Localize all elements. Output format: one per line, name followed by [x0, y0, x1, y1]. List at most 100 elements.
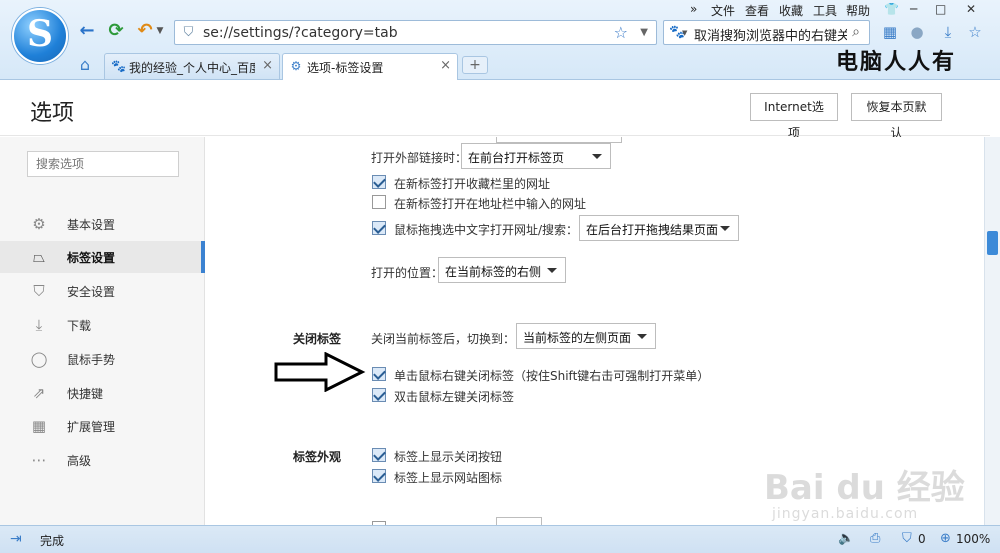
- right-click-close-checkbox[interactable]: [372, 367, 386, 381]
- mouse-icon: ◯: [30, 350, 48, 368]
- tab-settings[interactable]: ⚙ 选项-标签设置 ×: [282, 53, 458, 80]
- gear-icon: ⚙: [32, 215, 46, 233]
- sidebar-item-tabs[interactable]: ⏢ 标签设置: [0, 241, 205, 273]
- undo-dropdown-chevron-icon[interactable]: ▼: [154, 20, 166, 42]
- chevron-down-icon: [720, 226, 730, 231]
- browser-toolbar: S » 文件 查看 收藏 工具 帮助 👕 ─ □ ✕ ← ⟳ ↶ ▼ ⛉ se:…: [0, 0, 1000, 80]
- sidebar-item-label: 扩展管理: [67, 420, 116, 434]
- close-tab-section-title: 关闭标签: [293, 332, 342, 346]
- zoom-level[interactable]: 100%: [956, 532, 990, 546]
- open-addr-checkbox[interactable]: [372, 195, 386, 209]
- back-arrow-icon[interactable]: ←: [76, 20, 98, 42]
- tab-title: 我的经验_个人中心_百度: [129, 61, 255, 75]
- scrollbar-thumb[interactable]: [987, 231, 998, 255]
- search-options-input[interactable]: [36, 153, 176, 175]
- bookmark-star-icon[interactable]: ☆: [614, 23, 628, 42]
- search-box[interactable]: 🐾 ▼ 取消搜狗浏览器中的右键关闭 ⌕: [663, 20, 870, 45]
- address-bar[interactable]: ⛉ se://settings/?category=tab ☆ ▼: [174, 20, 657, 45]
- address-url[interactable]: se://settings/?category=tab: [203, 25, 398, 41]
- download-icon: ⤓: [35, 316, 43, 334]
- drag-text-select[interactable]: 在后台打开拖拽结果页面: [579, 215, 739, 241]
- sidebar-item-extensions[interactable]: ▦ 扩展管理: [0, 410, 205, 442]
- show-site-icon-checkbox[interactable]: [372, 469, 386, 483]
- page-header: 选项 Internet选项 恢复本页默认: [0, 80, 990, 140]
- menu-overflow-chevron[interactable]: »: [690, 2, 697, 16]
- download-icon[interactable]: ⤓: [938, 22, 958, 42]
- open-fav-checkbox[interactable]: [372, 175, 386, 189]
- notes-icon[interactable]: ▦: [880, 22, 900, 42]
- favorites-star-icon[interactable]: ☆: [965, 22, 985, 42]
- settings-sidebar: ⚙ 基本设置 ⏢ 标签设置 ⛉ 安全设置 ⤓ 下载 ◯ 鼠标手势 ⇗ 快捷键 ▦…: [0, 137, 205, 525]
- sidebar-item-shortcuts[interactable]: ⇗ 快捷键: [0, 377, 205, 409]
- menu-tools[interactable]: 工具: [813, 2, 837, 19]
- undo-close-icon[interactable]: ↶: [134, 20, 156, 42]
- sidebar-toggle-icon[interactable]: ⇥: [10, 531, 22, 547]
- internet-options-button[interactable]: Internet选项: [750, 93, 838, 140]
- close-icon[interactable]: ×: [262, 58, 273, 73]
- sidebar-item-label: 快捷键: [67, 387, 104, 401]
- sidebar-item-security[interactable]: ⛉ 安全设置: [0, 275, 205, 307]
- settings-content: 打开外部链接时： 在前台打开标签页 在新标签打开收藏栏里的网址 在新标签打开在地…: [206, 137, 984, 525]
- chevron-down-icon: [592, 154, 602, 159]
- settings-icon: ⚙: [290, 59, 302, 73]
- select-value: 在前台打开标签页: [468, 151, 565, 165]
- address-dropdown-chevron-icon[interactable]: ▼: [640, 27, 648, 38]
- maximize-button[interactable]: □: [935, 2, 946, 16]
- page-title: 选项: [30, 101, 75, 126]
- shield-icon[interactable]: ⛉: [902, 531, 912, 546]
- skin-icon[interactable]: 👕: [884, 2, 899, 16]
- chevron-down-icon: [547, 268, 557, 273]
- status-bar: ⇥ 完成 🔈 ⎙ ⛉ 0 ⊕ 100%: [0, 525, 1000, 553]
- drag-text-checkbox[interactable]: [372, 221, 386, 235]
- vertical-scrollbar[interactable]: [984, 137, 1000, 525]
- shield-check-icon: ⛉: [183, 25, 194, 40]
- sidebar-item-label: 鼠标手势: [67, 353, 116, 367]
- sidebar-item-mouse-gestures[interactable]: ◯ 鼠标手势: [0, 343, 205, 375]
- tab-appearance-section-title: 标签外观: [293, 450, 342, 464]
- home-icon[interactable]: ⌂: [74, 54, 96, 76]
- new-tab-button[interactable]: +: [462, 56, 488, 74]
- double-click-close-checkbox[interactable]: [372, 388, 386, 402]
- minimize-button[interactable]: ─: [910, 2, 917, 16]
- sidebar-item-label: 高级: [67, 454, 92, 468]
- menu-help[interactable]: 帮助: [846, 2, 870, 19]
- cut-off-select[interactable]: [496, 517, 542, 525]
- close-window-button[interactable]: ✕: [966, 2, 976, 16]
- show-close-button-label: 标签上显示关闭按钮: [394, 450, 503, 464]
- restore-defaults-button[interactable]: 恢复本页默认: [851, 93, 942, 140]
- select-value: 在当前标签的右侧: [445, 265, 542, 279]
- close-icon[interactable]: ×: [440, 58, 451, 73]
- switch-after-close-select[interactable]: 当前标签的左侧页面: [516, 323, 656, 349]
- right-click-close-label: 单击鼠标右键关闭标签（按住Shift键右击可强制打开菜单）: [394, 369, 710, 383]
- screenshot-icon[interactable]: ⎙: [870, 531, 880, 546]
- refresh-icon[interactable]: ⟳: [105, 20, 127, 42]
- sidebar-item-download[interactable]: ⤓ 下载: [0, 309, 205, 341]
- switch-after-close-label: 关闭当前标签后，切换到：: [371, 332, 516, 346]
- tab-title: 选项-标签设置: [307, 61, 384, 75]
- search-engine-dropdown-icon[interactable]: ▼: [682, 29, 687, 37]
- chevron-down-icon: [637, 334, 647, 339]
- speaker-icon[interactable]: 🔈: [838, 531, 854, 546]
- annotation-arrow-icon: [274, 352, 366, 392]
- blocked-count: 0: [918, 532, 926, 546]
- show-close-button-checkbox[interactable]: [372, 448, 386, 462]
- external-link-label: 打开外部链接时：: [371, 151, 468, 165]
- menu-view[interactable]: 查看: [745, 2, 769, 19]
- menu-favorites[interactable]: 收藏: [779, 2, 803, 19]
- shortcut-icon: ⇗: [32, 384, 46, 402]
- chat-bubble-icon[interactable]: ●: [907, 22, 927, 42]
- sidebar-item-advanced[interactable]: ⋯ 高级: [0, 444, 205, 476]
- zoom-icon[interactable]: ⊕: [940, 531, 951, 546]
- overlay-caption: 电脑人人有: [836, 49, 957, 75]
- sidebar-item-basic[interactable]: ⚙ 基本设置: [0, 208, 205, 240]
- search-icon[interactable]: ⌕: [847, 24, 865, 42]
- tab-my-experience[interactable]: 🐾 我的经验_个人中心_百度 ×: [104, 53, 280, 79]
- sidebar-search-box[interactable]: [27, 151, 179, 177]
- select-value: 在后台打开拖拽结果页面: [586, 223, 719, 237]
- menu-file[interactable]: 文件: [711, 2, 735, 19]
- status-text: 完成: [40, 534, 65, 548]
- search-text[interactable]: 取消搜狗浏览器中的右键关闭: [694, 25, 863, 44]
- open-position-select[interactable]: 在当前标签的右侧: [438, 257, 566, 283]
- external-link-select[interactable]: 在前台打开标签页: [461, 143, 611, 169]
- sidebar-item-label: 安全设置: [67, 285, 116, 299]
